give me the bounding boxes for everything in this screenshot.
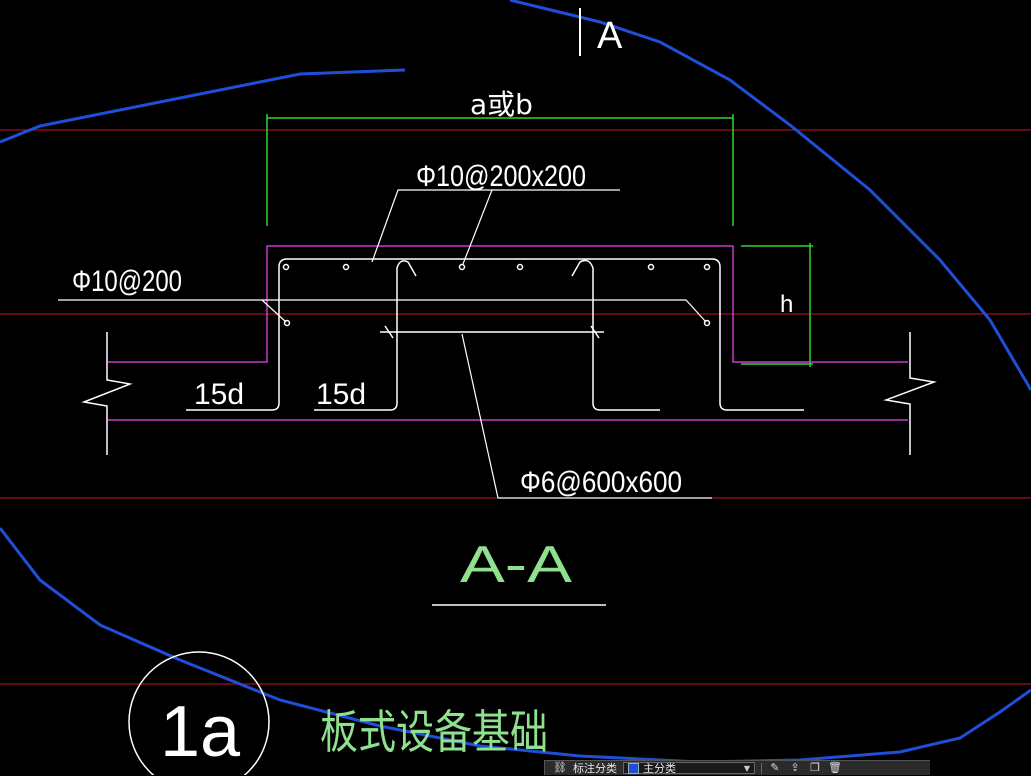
anchor-left-label: 15d: [194, 378, 244, 411]
layer-color-swatch: [628, 762, 639, 774]
rebar-bottom-label: Φ6@600x600: [520, 466, 682, 499]
anchor-mid-label: 15d: [316, 378, 366, 411]
dimension-width-label: a或b: [470, 88, 533, 121]
toolbar-divider: [761, 762, 762, 774]
rebar-side-label: Φ10@200: [72, 265, 182, 298]
rebar-top-label: Φ10@200x200: [416, 160, 586, 193]
cad-drawing-canvas[interactable]: A a或b h Φ10@200x200 Φ10@200 Φ6@600x600 1…: [0, 0, 1031, 775]
annotation-category-label: 标注分类: [573, 762, 617, 775]
grid-lines: [0, 129, 1031, 685]
section-title: A-A: [460, 536, 572, 594]
detail-title: 板式设备基础: [320, 705, 548, 759]
annotation-toolbar: ⛓ 标注分类 主分类 ▼ ✎ ⇪ ❐ 🗑: [544, 760, 930, 775]
edit-icon[interactable]: ✎: [768, 762, 782, 774]
layer-dropdown[interactable]: 主分类 ▼: [623, 762, 755, 775]
dimension-height: [741, 243, 813, 367]
delete-icon[interactable]: 🗑: [828, 762, 842, 774]
dimension-height-label: h: [780, 291, 793, 318]
export-icon[interactable]: ⇪: [788, 762, 802, 774]
copy-icon[interactable]: ❐: [808, 762, 822, 774]
chevron-down-icon: ▼: [743, 763, 750, 773]
rebar-lines: [186, 258, 804, 411]
section-marker: A: [579, 8, 623, 57]
detail-number: 1a: [160, 692, 241, 772]
layer-name: 主分类: [643, 762, 676, 775]
layer-manager-icon[interactable]: ⛓: [553, 762, 567, 774]
svg-text:A: A: [597, 15, 623, 57]
leader-lines: [58, 189, 712, 499]
